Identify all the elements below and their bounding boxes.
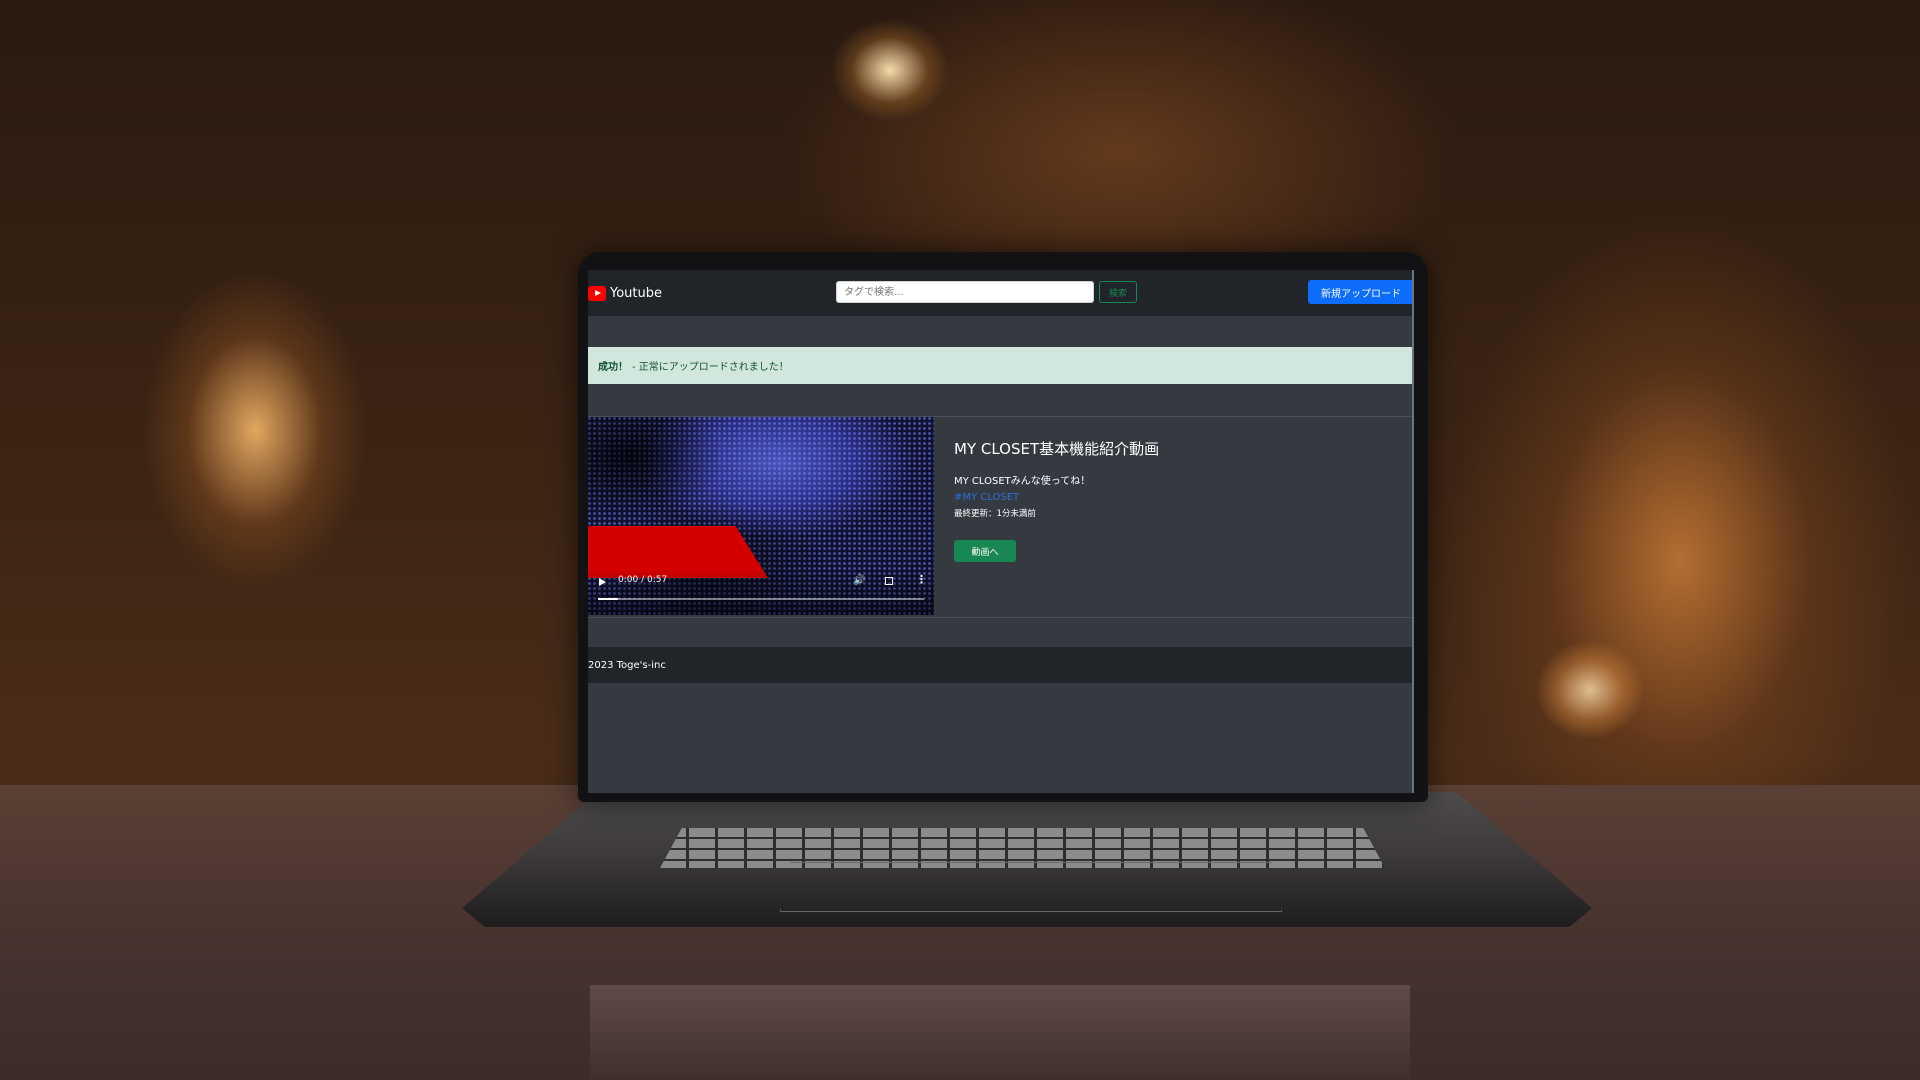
search-button[interactable]: 検索	[1099, 281, 1137, 303]
more-options-icon[interactable]: ⋮	[916, 573, 927, 586]
brand-label: Youtube	[610, 285, 662, 301]
volume-icon[interactable]: 🔊	[853, 575, 865, 586]
video-tag-link[interactable]: #MY CLOSET	[954, 492, 1019, 503]
navbar: Youtube 検索 新規アップロード	[588, 270, 1414, 316]
alert-message: - 正常にアップロードされました！	[632, 362, 789, 373]
video-title: MY CLOSET基本機能紹介動画	[954, 440, 1160, 458]
screen-edge	[1412, 270, 1414, 793]
alert-strong: 成功！	[598, 362, 628, 373]
video-card: 0:00 / 0:57 🔊 ⋮ MY CLOSET基本機能紹介動画 MY CLO…	[588, 416, 1414, 618]
youtube-logo-icon	[588, 285, 606, 301]
footer: 2023 Toge's-inc	[588, 647, 1414, 683]
success-alert: 成功！ - 正常にアップロードされました！	[588, 347, 1414, 384]
player-progress-fill	[598, 598, 618, 600]
laptop-trackpad	[780, 862, 1282, 912]
laptop-screen: Youtube 検索 新規アップロード 成功！ - 正常にアップロードされました…	[588, 270, 1414, 793]
video-player[interactable]: 0:00 / 0:57 🔊 ⋮	[588, 417, 934, 615]
desk-reflection	[590, 985, 1410, 1080]
player-time: 0:00 / 0:57	[618, 575, 668, 585]
last-updated-text: 最終更新：1分未満前	[954, 509, 1036, 519]
footer-text: 2023 Toge's-inc	[588, 659, 666, 671]
video-description: MY CLOSETみんな使ってね！	[954, 476, 1091, 487]
play-icon[interactable]	[599, 578, 606, 586]
new-upload-button[interactable]: 新規アップロード	[1308, 280, 1414, 304]
go-to-video-button[interactable]: 動画へ	[954, 540, 1016, 562]
brand[interactable]: Youtube	[588, 285, 662, 301]
tag-search-input[interactable]	[836, 281, 1094, 303]
fullscreen-icon[interactable]	[885, 577, 893, 585]
player-progress-bar[interactable]	[598, 598, 924, 600]
